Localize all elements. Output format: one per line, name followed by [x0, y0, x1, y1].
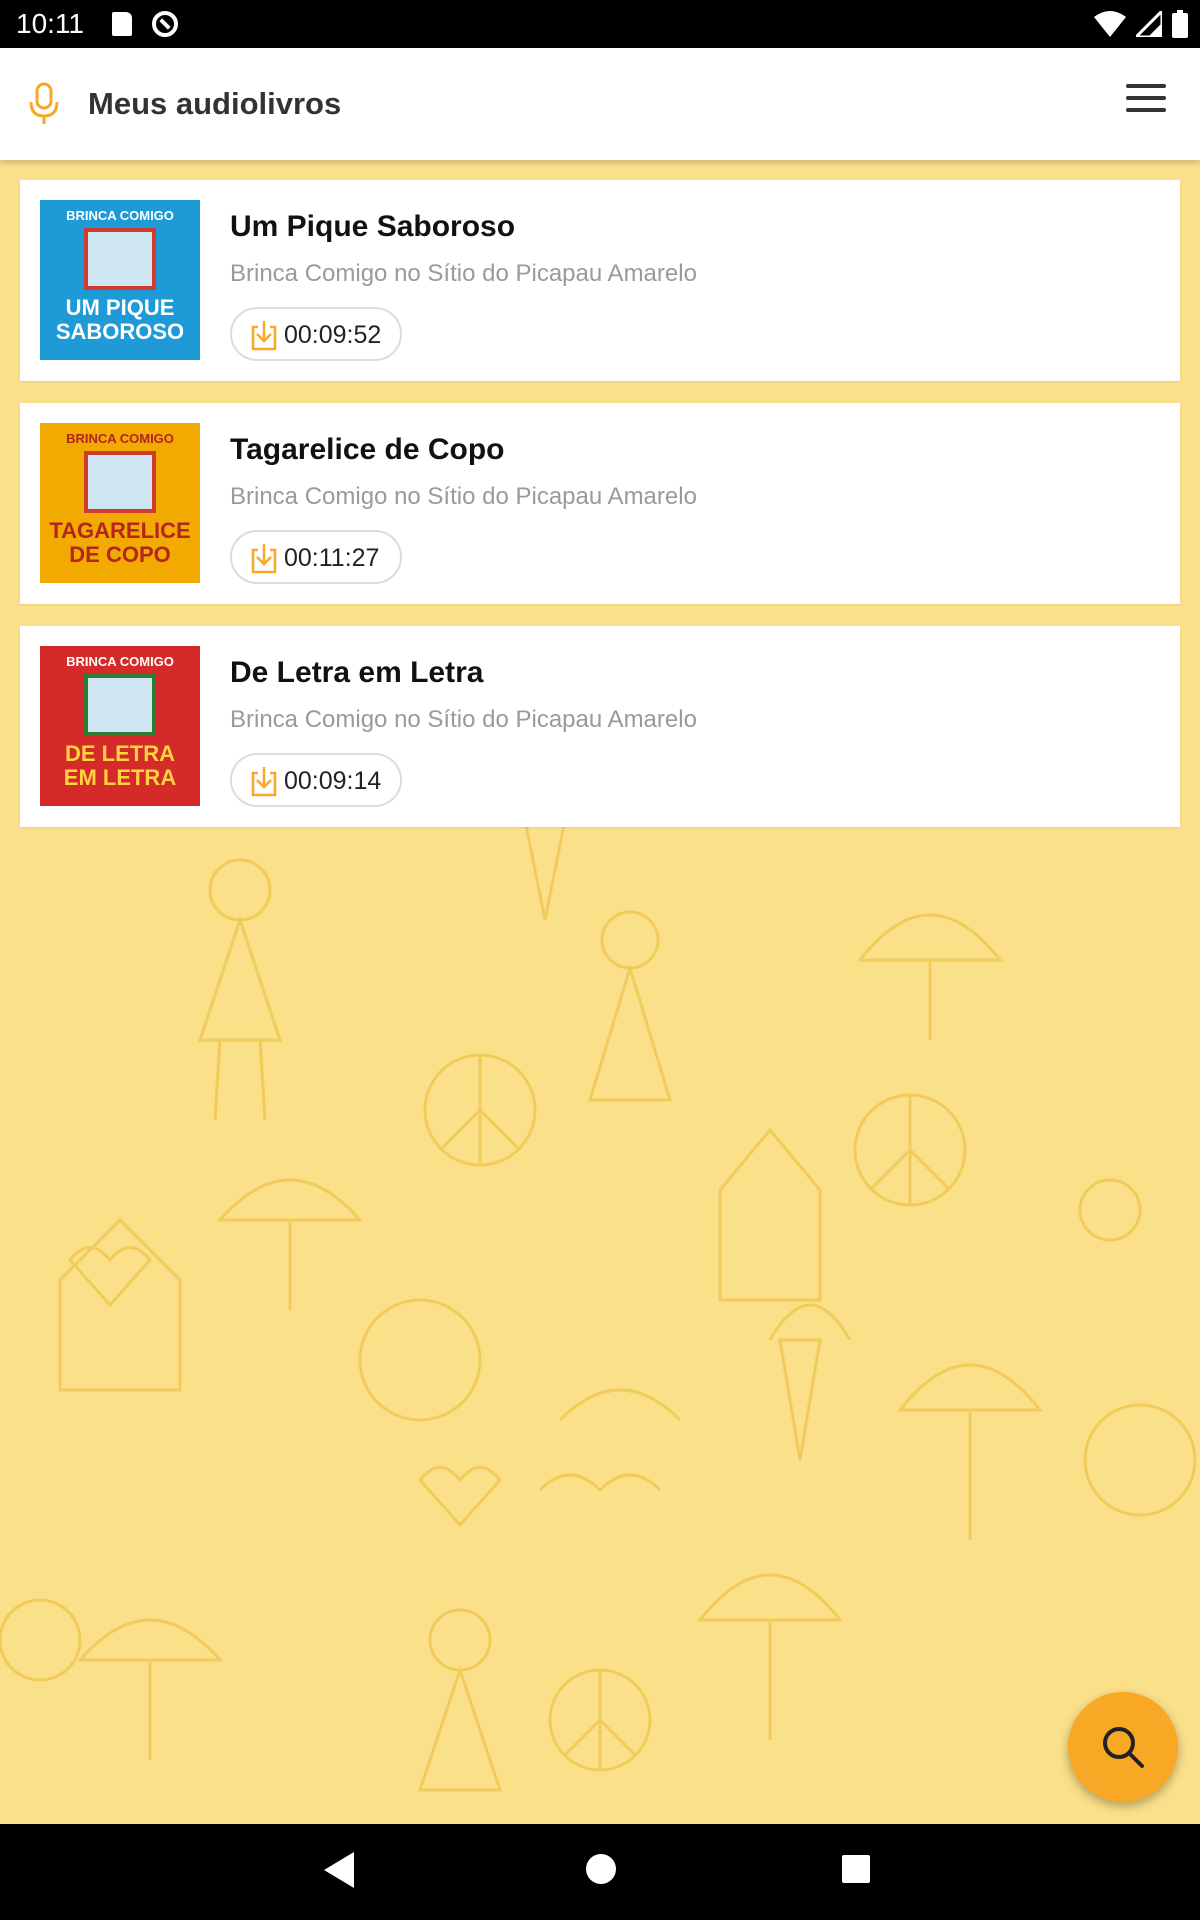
- download-duration-button[interactable]: 00:09:14: [230, 753, 402, 807]
- duration-text: 00:09:14: [284, 767, 382, 795]
- battery-icon: [1172, 10, 1188, 38]
- book-subtitle: Brinca Comigo no Sítio do Picapau Amarel…: [230, 706, 697, 733]
- cover-title-line: EM LETRA: [63, 765, 177, 790]
- book-subtitle: Brinca Comigo no Sítio do Picapau Amarel…: [230, 483, 697, 510]
- list-item[interactable]: BRINCA COMIGO UM PIQUE SABOROSO Um Pique…: [20, 180, 1180, 381]
- cell-signal-icon: [1136, 11, 1162, 37]
- cover-title-line: SABOROSO: [55, 319, 185, 344]
- do-not-disturb-icon: [152, 11, 178, 37]
- book-title: De Letra em Letra: [230, 656, 484, 689]
- microphone-icon: [29, 82, 59, 124]
- hamburger-menu-icon: [1126, 84, 1166, 88]
- system-nav-bar: [0, 1824, 1200, 1920]
- sd-card-icon: [112, 12, 132, 36]
- status-bar: 10:11: [0, 0, 1200, 48]
- cover-title-line: DE COPO: [69, 542, 171, 567]
- cover-title-line: DE LETRA: [65, 741, 175, 766]
- cover-title: DE LETRA EM LETRA: [40, 742, 200, 790]
- download-icon: [251, 321, 277, 351]
- app-bar: Meus audiolivros: [0, 48, 1200, 160]
- book-subtitle: Brinca Comigo no Sítio do Picapau Amarel…: [230, 260, 697, 287]
- cover-illustration: [84, 451, 156, 513]
- home-icon[interactable]: [586, 1854, 616, 1884]
- wifi-icon: [1094, 11, 1126, 37]
- cover-title-line: UM PIQUE: [65, 295, 175, 320]
- cover-illustration: [84, 674, 156, 736]
- search-button[interactable]: [1068, 1692, 1178, 1802]
- duration-text: 00:11:27: [284, 544, 380, 572]
- list-item[interactable]: BRINCA COMIGO TAGARELICE DE COPO Tagarel…: [20, 403, 1180, 604]
- download-icon: [251, 767, 277, 797]
- search-icon: [1103, 1727, 1144, 1768]
- book-cover: BRINCA COMIGO DE LETRA EM LETRA: [40, 646, 200, 806]
- download-duration-button[interactable]: 00:09:52: [230, 307, 402, 361]
- status-time: 10:11: [16, 8, 84, 39]
- cover-series: BRINCA COMIGO: [66, 654, 174, 669]
- book-title: Um Pique Saboroso: [230, 210, 516, 243]
- cover-title: TAGARELICE DE COPO: [40, 519, 200, 567]
- audiobook-list: BRINCA COMIGO UM PIQUE SABOROSO Um Pique…: [20, 180, 1180, 849]
- download-icon: [251, 544, 277, 574]
- cover-illustration: [84, 228, 156, 290]
- status-icons: [1094, 8, 1188, 40]
- menu-line: [1126, 108, 1166, 112]
- recents-icon[interactable]: [842, 1855, 870, 1883]
- book-title: Tagarelice de Copo: [230, 433, 505, 466]
- back-icon[interactable]: [324, 1852, 354, 1888]
- book-cover: BRINCA COMIGO UM PIQUE SABOROSO: [40, 200, 200, 360]
- cover-title-line: TAGARELICE: [49, 518, 191, 543]
- duration-text: 00:09:52: [284, 321, 382, 349]
- cover-title: UM PIQUE SABOROSO: [40, 296, 200, 344]
- menu-button[interactable]: [1126, 84, 1166, 118]
- book-cover: BRINCA COMIGO TAGARELICE DE COPO: [40, 423, 200, 583]
- list-item[interactable]: BRINCA COMIGO DE LETRA EM LETRA De Letra…: [20, 626, 1180, 827]
- cover-series: BRINCA COMIGO: [66, 431, 174, 446]
- cover-series: BRINCA COMIGO: [66, 208, 174, 223]
- download-duration-button[interactable]: 00:11:27: [230, 530, 402, 584]
- page-title: Meus audiolivros: [88, 86, 342, 121]
- menu-line: [1126, 96, 1166, 100]
